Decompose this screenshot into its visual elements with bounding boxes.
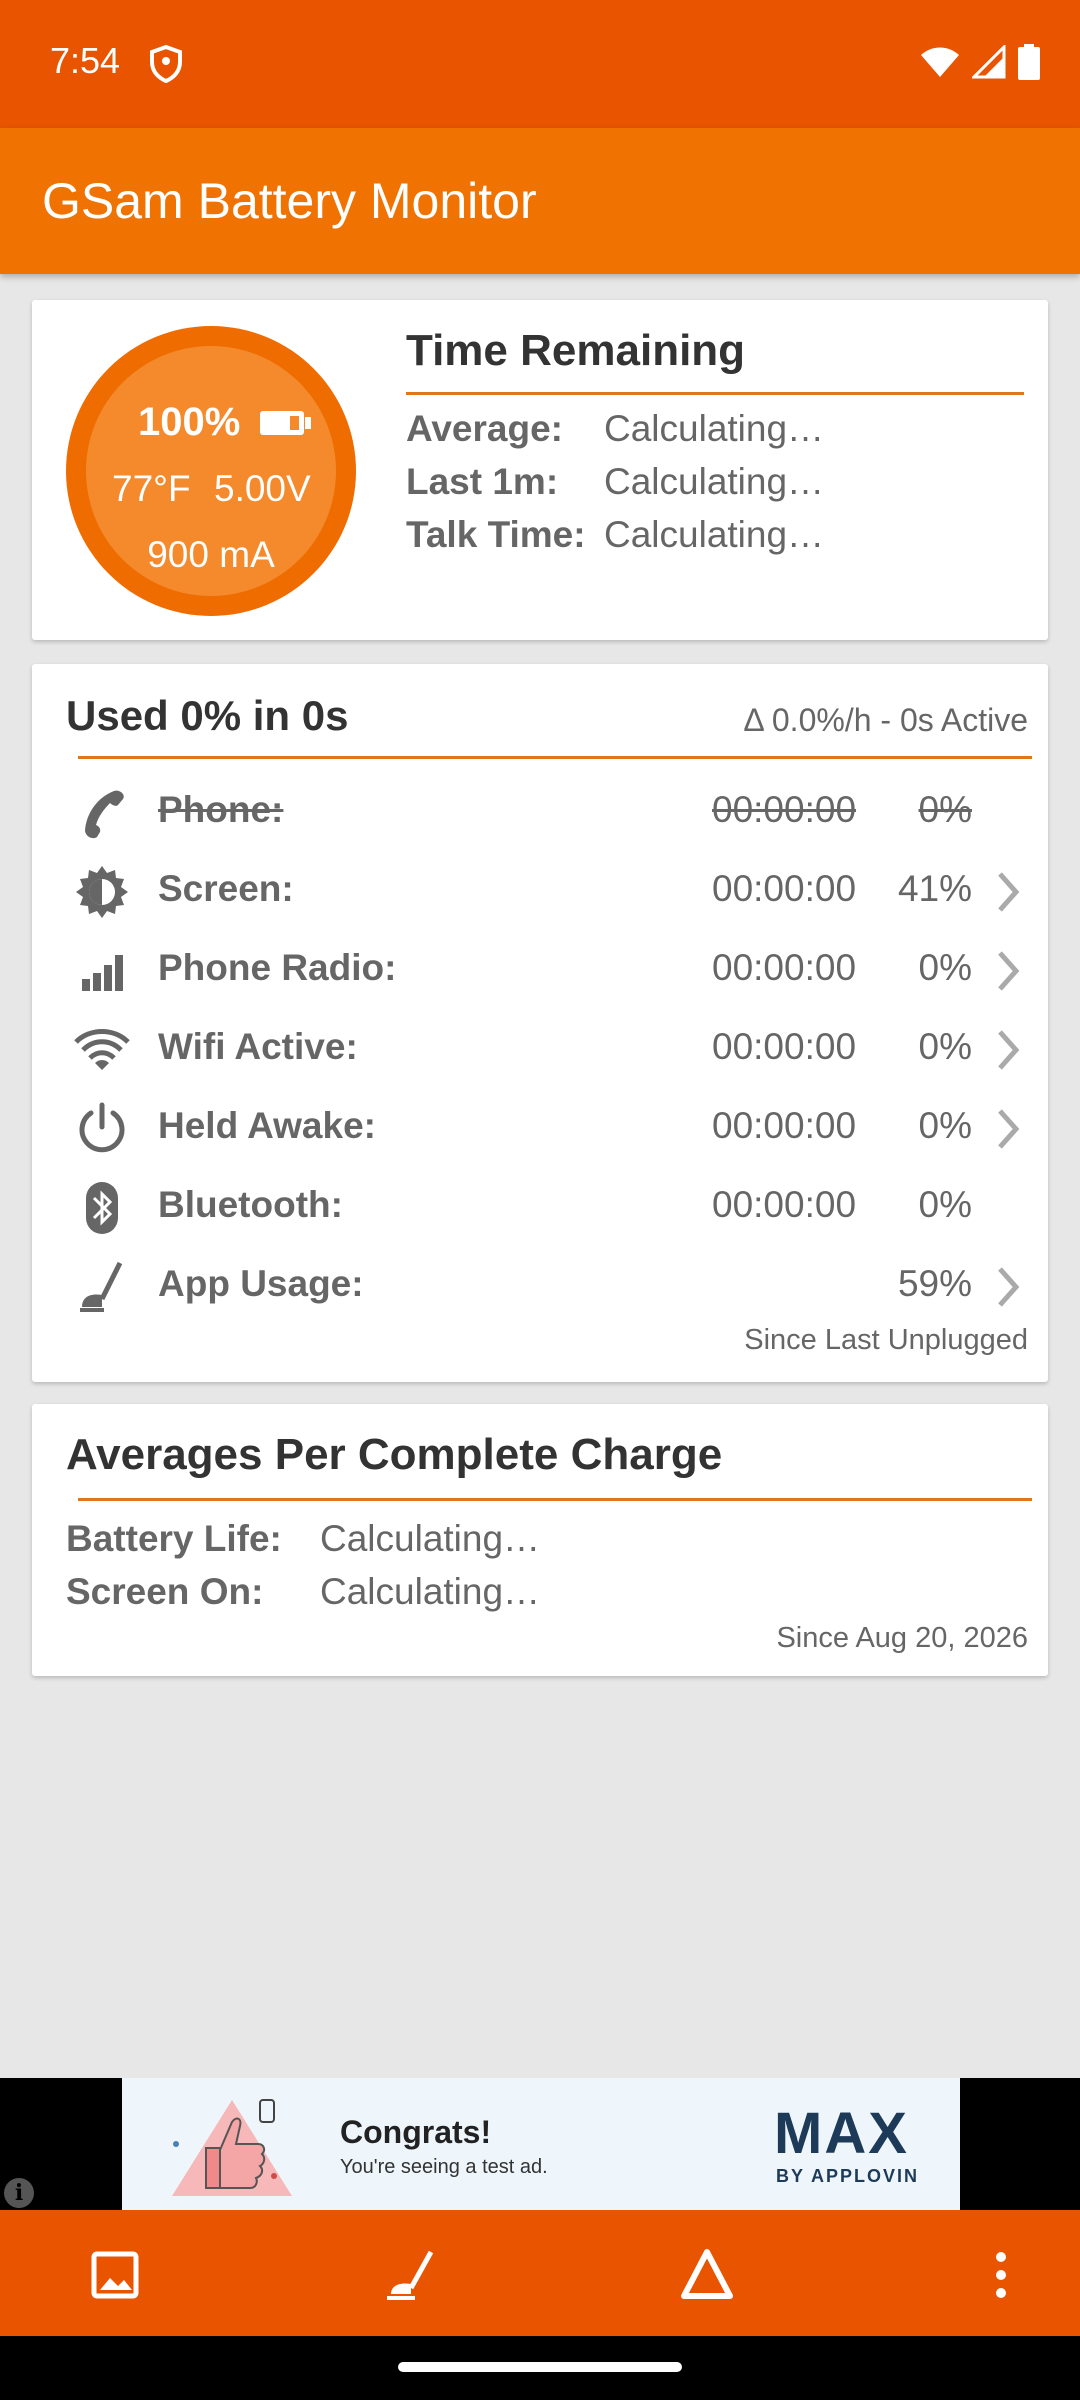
usage-label: Held Awake:	[158, 1105, 376, 1146]
wifi-icon	[74, 1029, 130, 1070]
divider	[78, 756, 1032, 759]
row-value: Calculating…	[320, 1518, 541, 1559]
status-bar: 7:54	[0, 0, 1080, 128]
usage-percent: 0%	[918, 1026, 972, 1067]
usage-percent: 41%	[897, 868, 972, 909]
usage-label: Wifi Active:	[158, 1026, 358, 1067]
time-remaining-row-average: Average: Calculating…	[406, 408, 824, 450]
averages-card[interactable]: Averages Per Complete Charge Battery Lif…	[32, 1404, 1048, 1676]
more-vert-icon[interactable]	[966, 2240, 1036, 2310]
usage-percent: 0%	[918, 1184, 972, 1225]
app-usage-icon	[80, 1261, 123, 1312]
screen-brightness-icon	[76, 866, 128, 918]
usage-time: 00:00:00	[712, 1184, 857, 1225]
ad-info-icon[interactable]: i	[4, 2178, 34, 2208]
power-icon	[79, 1102, 125, 1153]
row-label: Average:	[406, 408, 563, 449]
time-remaining-row-talk: Talk Time: Calculating…	[406, 514, 824, 556]
time-remaining-row-last1m: Last 1m: Calculating…	[406, 461, 824, 503]
battery-temperature: 77°F	[112, 468, 191, 509]
averages-row-screen-on: Screen On: Calculating…	[66, 1571, 540, 1613]
bottom-nav	[0, 2210, 1080, 2336]
ad-brand: MAX	[774, 2101, 909, 2166]
chevron-right-icon[interactable]	[994, 870, 1022, 914]
usage-percent: 0%	[918, 947, 972, 988]
status-time: 7:54	[50, 40, 121, 81]
time-remaining-card[interactable]: 100% 77°F 5.00V 900 mA Time Remaining Av…	[32, 300, 1048, 640]
divider	[78, 1498, 1032, 1501]
usage-time: 00:00:00	[712, 789, 857, 830]
battery-gauge[interactable]: 100% 77°F 5.00V 900 mA	[66, 326, 356, 616]
thumbs-up-icon	[172, 2099, 292, 2196]
ad-headline: Congrats!	[340, 2114, 492, 2150]
usage-time: 00:00:00	[712, 947, 857, 988]
delta-icon[interactable]	[672, 2240, 742, 2310]
ad-subtext: You're seeing a test ad.	[340, 2156, 548, 2178]
usage-row-screen[interactable]: Screen: 00:00:00 41%	[32, 850, 1048, 929]
battery-icon	[1018, 44, 1040, 80]
app-title: GSam Battery Monitor	[42, 173, 537, 229]
shield-icon	[150, 44, 182, 84]
averages-footer: Since Aug 20, 2026	[776, 1622, 1028, 1654]
usage-row-wifi[interactable]: Wifi Active: 00:00:00 0%	[32, 1008, 1048, 1087]
battery-current: 900 mA	[147, 534, 275, 575]
usage-time: 00:00:00	[712, 868, 857, 909]
usage-percent: 0%	[918, 1105, 972, 1146]
wifi-icon	[921, 47, 959, 77]
usage-label: Bluetooth:	[158, 1184, 343, 1225]
averages-title: Averages Per Complete Charge	[66, 1430, 723, 1479]
averages-row-battery-life: Battery Life: Calculating…	[66, 1518, 540, 1560]
usage-time: 00:00:00	[712, 1105, 857, 1146]
signal-bars-icon	[82, 955, 123, 991]
status-icons	[920, 44, 1040, 80]
chevron-right-icon[interactable]	[994, 949, 1022, 993]
battery-icon	[260, 411, 311, 435]
ad-banner[interactable]: Congrats! You're seeing a test ad. MAX B…	[122, 2078, 960, 2210]
usage-label: App Usage:	[158, 1263, 364, 1304]
usage-label: Phone Radio:	[158, 947, 397, 988]
usage-time: 00:00:00	[712, 1026, 857, 1067]
divider	[406, 392, 1024, 395]
gesture-bar	[0, 2336, 1080, 2400]
row-value: Calculating…	[604, 408, 825, 449]
row-value: Calculating…	[604, 514, 825, 555]
row-label: Screen On:	[66, 1571, 264, 1612]
chevron-right-icon[interactable]	[994, 1107, 1022, 1151]
chevron-right-icon[interactable]	[994, 1028, 1022, 1072]
home-gesture-handle[interactable]	[398, 2362, 682, 2372]
row-value: Calculating…	[604, 461, 825, 502]
usage-footer: Since Last Unplugged	[744, 1324, 1028, 1356]
usage-card: Used 0% in 0s Δ 0.0%/h - 0s Active Phone…	[32, 664, 1048, 1382]
app-usage-icon[interactable]	[375, 2240, 445, 2310]
usage-delta: Δ 0.0%/h - 0s Active	[743, 702, 1028, 738]
bluetooth-icon	[86, 1182, 118, 1234]
battery-voltage: 5.00V	[214, 468, 311, 509]
usage-row-phone-radio[interactable]: Phone Radio: 00:00:00 0%	[32, 929, 1048, 1008]
usage-label: Phone:	[158, 789, 284, 830]
usage-label: Screen:	[158, 868, 294, 909]
battery-level: 100%	[138, 400, 241, 444]
usage-row-held-awake[interactable]: Held Awake: 00:00:00 0%	[32, 1087, 1048, 1166]
ad-brand-sub: BY APPLOVIN	[776, 2166, 920, 2186]
chevron-right-icon[interactable]	[994, 1265, 1022, 1309]
battery-gauge-inner: 100% 77°F 5.00V 900 mA	[86, 346, 336, 596]
image-icon[interactable]	[80, 2240, 150, 2310]
usage-row-app-usage[interactable]: App Usage: 59%	[32, 1245, 1048, 1324]
signal-icon	[972, 45, 1006, 79]
usage-row-phone: Phone: 00:00:00 0%	[32, 771, 1048, 850]
usage-title: Used 0% in 0s	[66, 692, 349, 739]
row-label: Battery Life:	[66, 1518, 282, 1559]
usage-percent: 59%	[897, 1263, 972, 1304]
usage-percent: 0%	[918, 789, 972, 830]
usage-row-bluetooth: Bluetooth: 00:00:00 0%	[32, 1166, 1048, 1245]
app-bar: GSam Battery Monitor	[0, 128, 1080, 274]
row-value: Calculating…	[320, 1571, 541, 1612]
row-label: Talk Time:	[406, 514, 586, 555]
time-remaining-title: Time Remaining	[406, 326, 746, 375]
phone-icon	[85, 790, 124, 839]
row-label: Last 1m:	[406, 461, 559, 502]
